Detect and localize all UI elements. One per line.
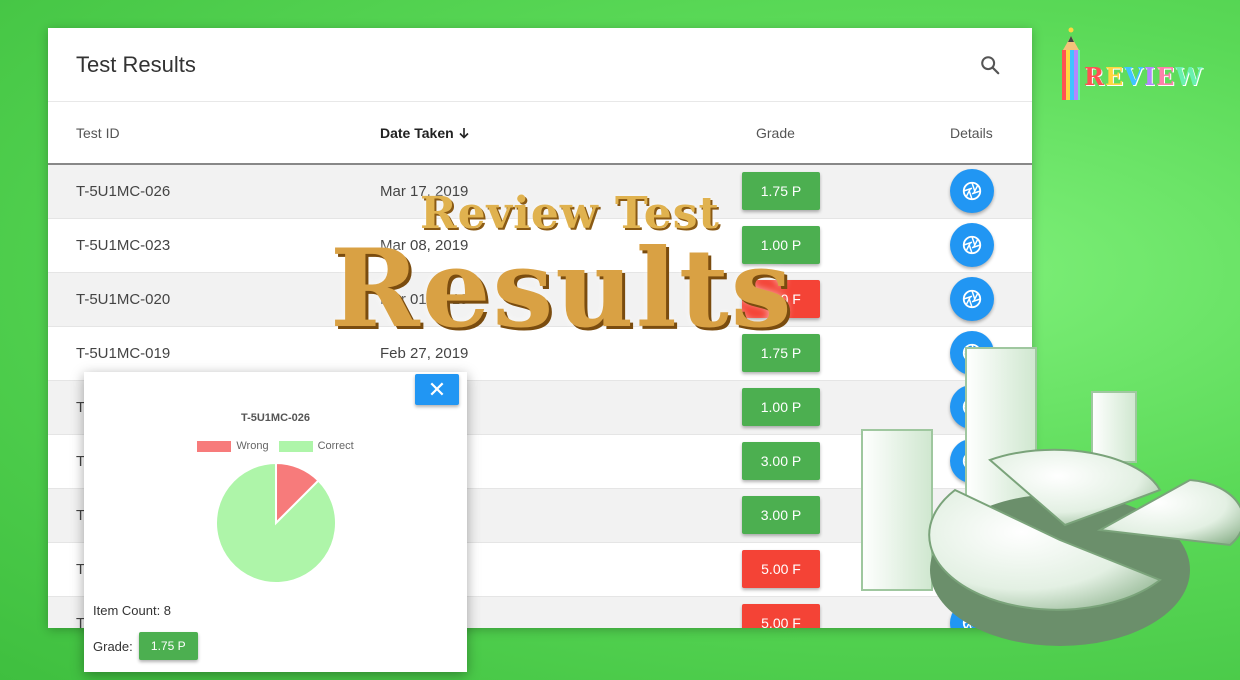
grade-badge: 1.00 P [742,226,820,264]
column-header-test-id[interactable]: Test ID [48,102,380,165]
pencil-icon [1062,27,1080,100]
cell-date-taken: Mar 08, 2019 [380,218,680,273]
search-button[interactable] [976,51,1004,79]
cell-grade: 1.75 P [680,164,950,219]
grade-badge: 3.00 P [742,496,820,534]
legend-item-correct[interactable]: Correct [278,440,354,452]
cell-grade: 5.00 F [680,272,950,327]
legend-swatch-wrong [197,440,232,452]
cell-test-id: T-5U1MC-020 [48,272,380,327]
legend-label-wrong: Wrong [236,440,269,452]
chart-legend: Wrong Correct [84,440,467,452]
search-icon [981,55,1000,74]
details-button[interactable] [950,169,994,214]
close-button[interactable]: ✕ [415,374,459,405]
grade-badge: 1.75 P [742,172,820,211]
details-button[interactable] [950,223,994,267]
cell-details [950,164,1032,219]
logo-letter: W [1175,62,1204,91]
pie-chart [215,461,337,584]
table-row: T-5U1MC-026 Mar 17, 2019 1.75 P [48,164,1032,219]
cell-grade: 1.00 P [680,218,950,273]
details-button[interactable] [950,277,994,321]
legend-item-wrong[interactable]: Wrong [197,440,269,452]
cell-details [950,218,1032,273]
grade-badge: 1.75 P [742,334,820,372]
logo-letter: V [1124,62,1144,91]
popup-grade-label: Grade: [93,638,133,654]
cell-details [950,272,1032,327]
shutter-icon [962,182,982,201]
popup-chart-title: T-5U1MC-026 [240,412,311,424]
column-header-date-taken[interactable]: Date Taken [380,102,680,165]
column-header-date-label: Date Taken [380,124,454,141]
table-row: T-5U1MC-023 Mar 08, 2019 1.00 P [48,218,1032,273]
logo-wordmark: REVIEW [1084,62,1203,91]
shutter-icon [962,289,982,309]
logo-letter: E [1156,62,1176,91]
column-header-details: Details [950,102,1032,165]
grade-badge: 3.00 P [742,442,820,480]
legend-swatch-correct [278,440,313,452]
legend-label-correct: Correct [317,440,354,452]
bar-pie-chart-icon [861,347,1240,646]
grade-badge: 5.00 F [742,280,820,318]
review-logo: REVIEW [1056,26,1224,106]
logo-letter: R [1084,62,1105,91]
popup-grade-badge: 1.75 P [138,632,198,660]
logo-letter: I [1143,62,1157,91]
logo-letter: E [1104,62,1125,91]
close-icon: ✕ [427,376,447,402]
item-count: Item Count: 8 [93,603,172,618]
arrow-down-icon [458,127,469,139]
table-row: T-5U1MC-020 Mar 01, 2019 5.00 F [48,272,1032,327]
grade-badge: 5.00 F [742,604,820,628]
cell-test-id: T-5U1MC-023 [48,218,380,273]
grade-badge: 1.00 P [742,388,820,426]
cell-test-id: T-5U1MC-026 [48,164,380,219]
table-header-row: Test ID Date Taken Grade Details [48,102,1032,165]
shutter-icon [962,235,982,255]
card-header: Test Results [48,28,1032,102]
popup-grade-row: Grade: 1.75 P [93,632,198,660]
result-detail-popup: ✕ T-5U1MC-026 Wrong Correct Item Count: … [84,372,467,672]
cell-date-taken: Mar 17, 2019 [380,164,680,219]
grade-badge: 5.00 F [742,550,820,588]
page-title: Test Results [76,51,196,77]
column-header-grade[interactable]: Grade [680,102,950,165]
pie-slice-correct[interactable] [215,461,337,584]
cell-date-taken: Mar 01, 2019 [380,272,680,327]
